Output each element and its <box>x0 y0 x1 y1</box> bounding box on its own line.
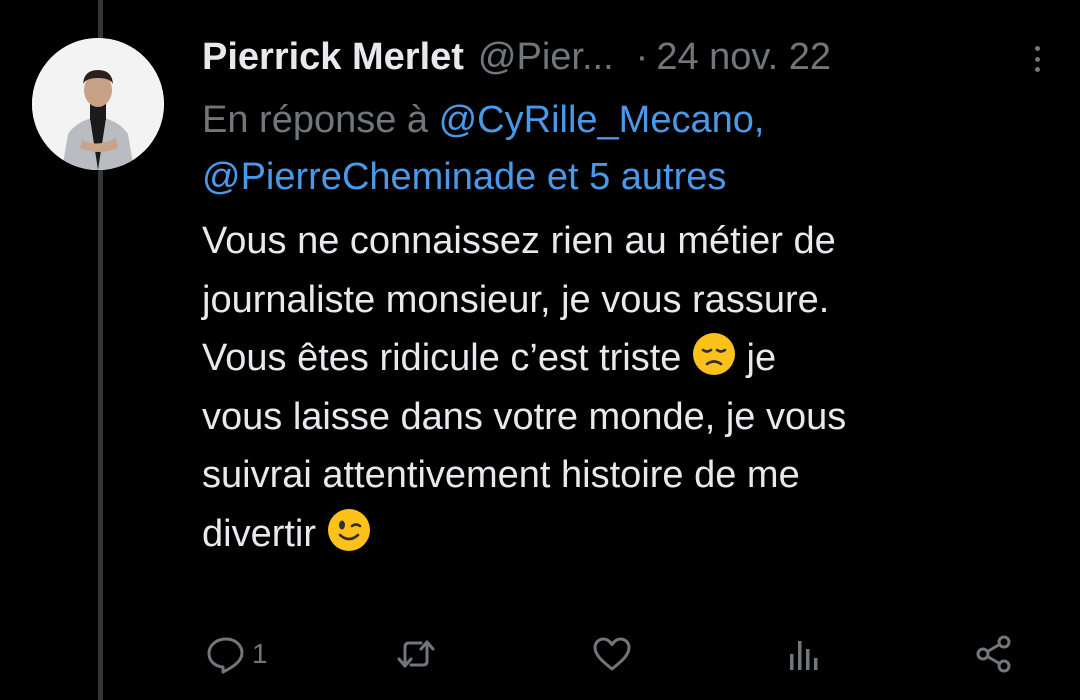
views-icon <box>790 641 818 670</box>
retweet-button[interactable] <box>394 632 438 676</box>
tweet-text-line-with-emoji: Vous êtes ridicule c’est triste je <box>202 329 1040 388</box>
like-button[interactable] <box>590 632 634 676</box>
reply-context: En réponse à @CyRille_Mecano, @PierreChe… <box>202 92 1040 206</box>
reply-icon <box>207 637 244 674</box>
avatar[interactable] <box>32 38 164 170</box>
more-options-icon[interactable] <box>1032 46 1042 72</box>
tweet-text-segment: Vous êtes ridicule c’est triste <box>202 337 692 379</box>
author-name[interactable]: Pierrick Merlet <box>202 36 464 79</box>
share-button[interactable] <box>972 632 1016 676</box>
reply-mention-cyrille[interactable]: @CyRille_Mecano, <box>439 99 765 141</box>
reply-count: 1 <box>252 638 268 669</box>
author-handle[interactable]: @Pier... <box>478 36 614 79</box>
views-button[interactable] <box>782 632 826 676</box>
tweet-date[interactable]: 24 nov. 22 <box>656 36 831 79</box>
tweet-text-line-with-emoji: divertir <box>202 505 1040 564</box>
tweet-text-segment: divertir <box>202 512 327 555</box>
winking-face-icon <box>327 508 370 551</box>
disappointed-face-icon <box>693 333 735 375</box>
retweet-icon <box>397 640 435 668</box>
reply-button[interactable]: 1 <box>204 632 268 676</box>
separator-dot: · <box>635 35 649 78</box>
tweet-text-line: vous laisse dans votre monde, je vous <box>202 395 847 438</box>
tweet-text: Vous ne connaissez rien au métier de jou… <box>202 212 1040 563</box>
tweet-text-segment: je <box>736 337 777 379</box>
like-icon <box>593 637 631 671</box>
reply-mention-others[interactable]: @PierreCheminade et 5 autres <box>202 156 726 198</box>
avatar-photo <box>32 38 164 170</box>
share-icon <box>976 635 1011 673</box>
tweet-header: Pierrick Merlet @Pier... · 24 nov. 22 <box>202 28 1040 86</box>
tweet-content: Pierrick Merlet @Pier... · 24 nov. 22 En… <box>202 28 1040 563</box>
reply-prefix: En réponse à <box>202 99 439 141</box>
tweet-text-line: journaliste monsieur, je vous rassure. <box>202 278 830 321</box>
tweet-text-line: suivrai attentivement histoire de me <box>202 454 800 496</box>
tweet-text-line: Vous ne connaissez rien au métier de <box>202 220 836 262</box>
tweet-actions: 1 <box>202 632 1032 682</box>
